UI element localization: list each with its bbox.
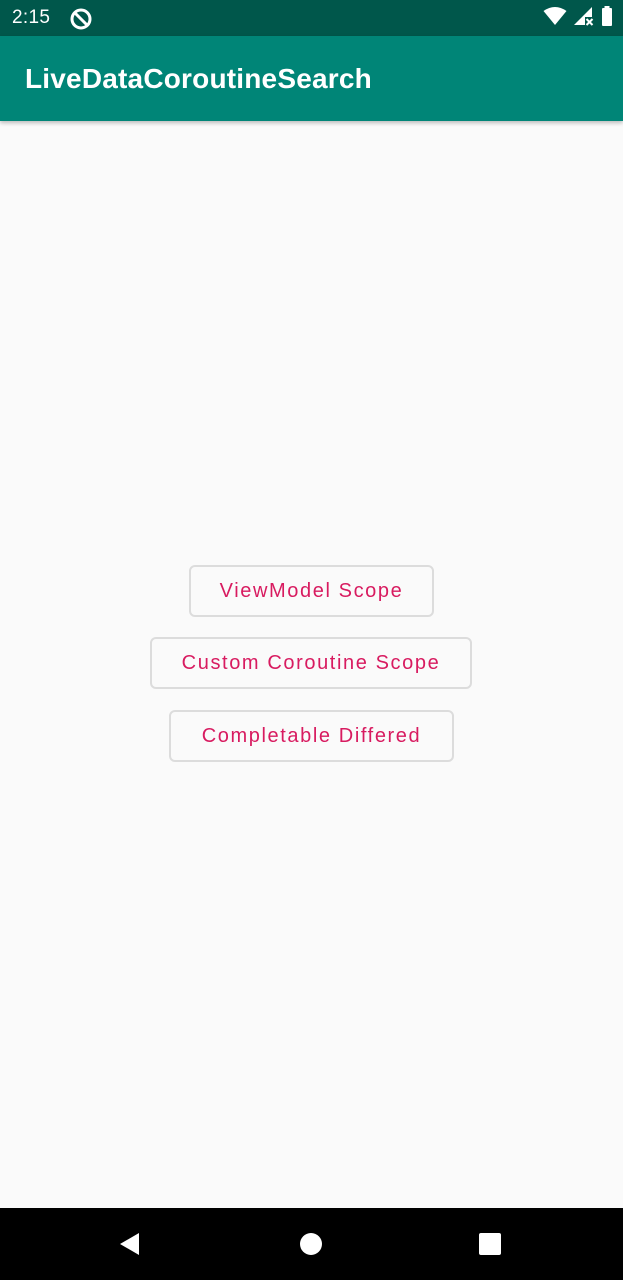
signal-icon [573,6,595,31]
main-content: ViewModel Scope Custom Coroutine Scope C… [0,121,623,1208]
notification-icon [69,7,93,31]
completable-differed-button[interactable]: Completable Differed [169,710,454,762]
back-icon[interactable] [110,1224,150,1264]
wifi-icon [543,6,567,31]
battery-icon [601,5,613,31]
status-bar: 2:15 [0,0,623,36]
viewmodel-scope-button[interactable]: ViewModel Scope [189,565,434,617]
app-bar: LiveDataCoroutineSearch [0,36,623,121]
custom-coroutine-scope-button[interactable]: Custom Coroutine Scope [150,637,472,689]
navigation-bar [0,1208,623,1280]
status-time: 2:15 [12,7,51,28]
status-icons [543,5,613,31]
app-title: LiveDataCoroutineSearch [25,63,372,94]
recents-icon[interactable] [470,1224,510,1264]
home-icon[interactable] [291,1224,331,1264]
